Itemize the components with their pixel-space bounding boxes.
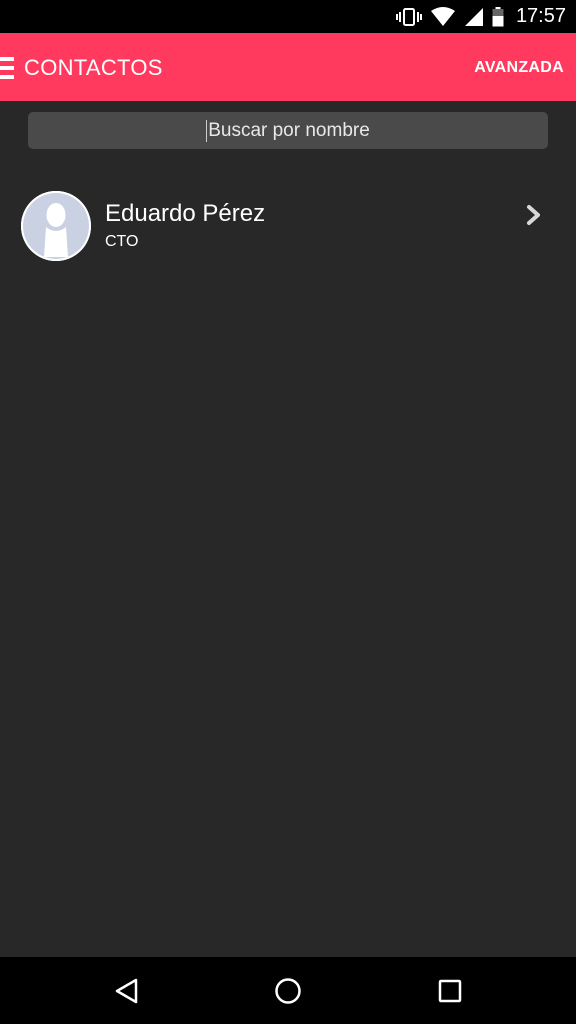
recents-icon (438, 979, 462, 1003)
recents-button[interactable] (434, 975, 466, 1007)
contact-role: CTO (105, 233, 139, 250)
home-icon (275, 978, 301, 1004)
contact-name: Eduardo Pérez (105, 200, 266, 227)
status-time: 17:57 (515, 5, 566, 27)
back-button[interactable] (110, 975, 142, 1007)
home-button[interactable] (272, 975, 304, 1007)
page-title: CONTACTOS (24, 55, 163, 80)
status-bar: 17:57 (0, 0, 576, 33)
advanced-search-button[interactable]: AVANZADA (474, 59, 564, 77)
wifi-icon (430, 6, 455, 26)
signal-icon (464, 7, 483, 26)
default-person-avatar-icon (21, 191, 91, 261)
vibrate-icon (395, 7, 422, 26)
status-icons: 17:57 (395, 0, 566, 33)
avatar (21, 191, 91, 261)
back-icon (115, 978, 138, 1004)
navigation-bar (0, 957, 576, 1024)
battery-icon (492, 6, 504, 26)
app-bar: CONTACTOS AVANZADA (0, 33, 576, 101)
menu-icon[interactable] (0, 57, 14, 79)
chevron-right-icon[interactable] (525, 204, 543, 226)
text-cursor (206, 119, 208, 142)
search-placeholder: Buscar por nombre (208, 119, 370, 141)
search-input[interactable]: Buscar por nombre (28, 112, 548, 149)
list-item[interactable]: Eduardo Pérez CTO (0, 182, 576, 272)
